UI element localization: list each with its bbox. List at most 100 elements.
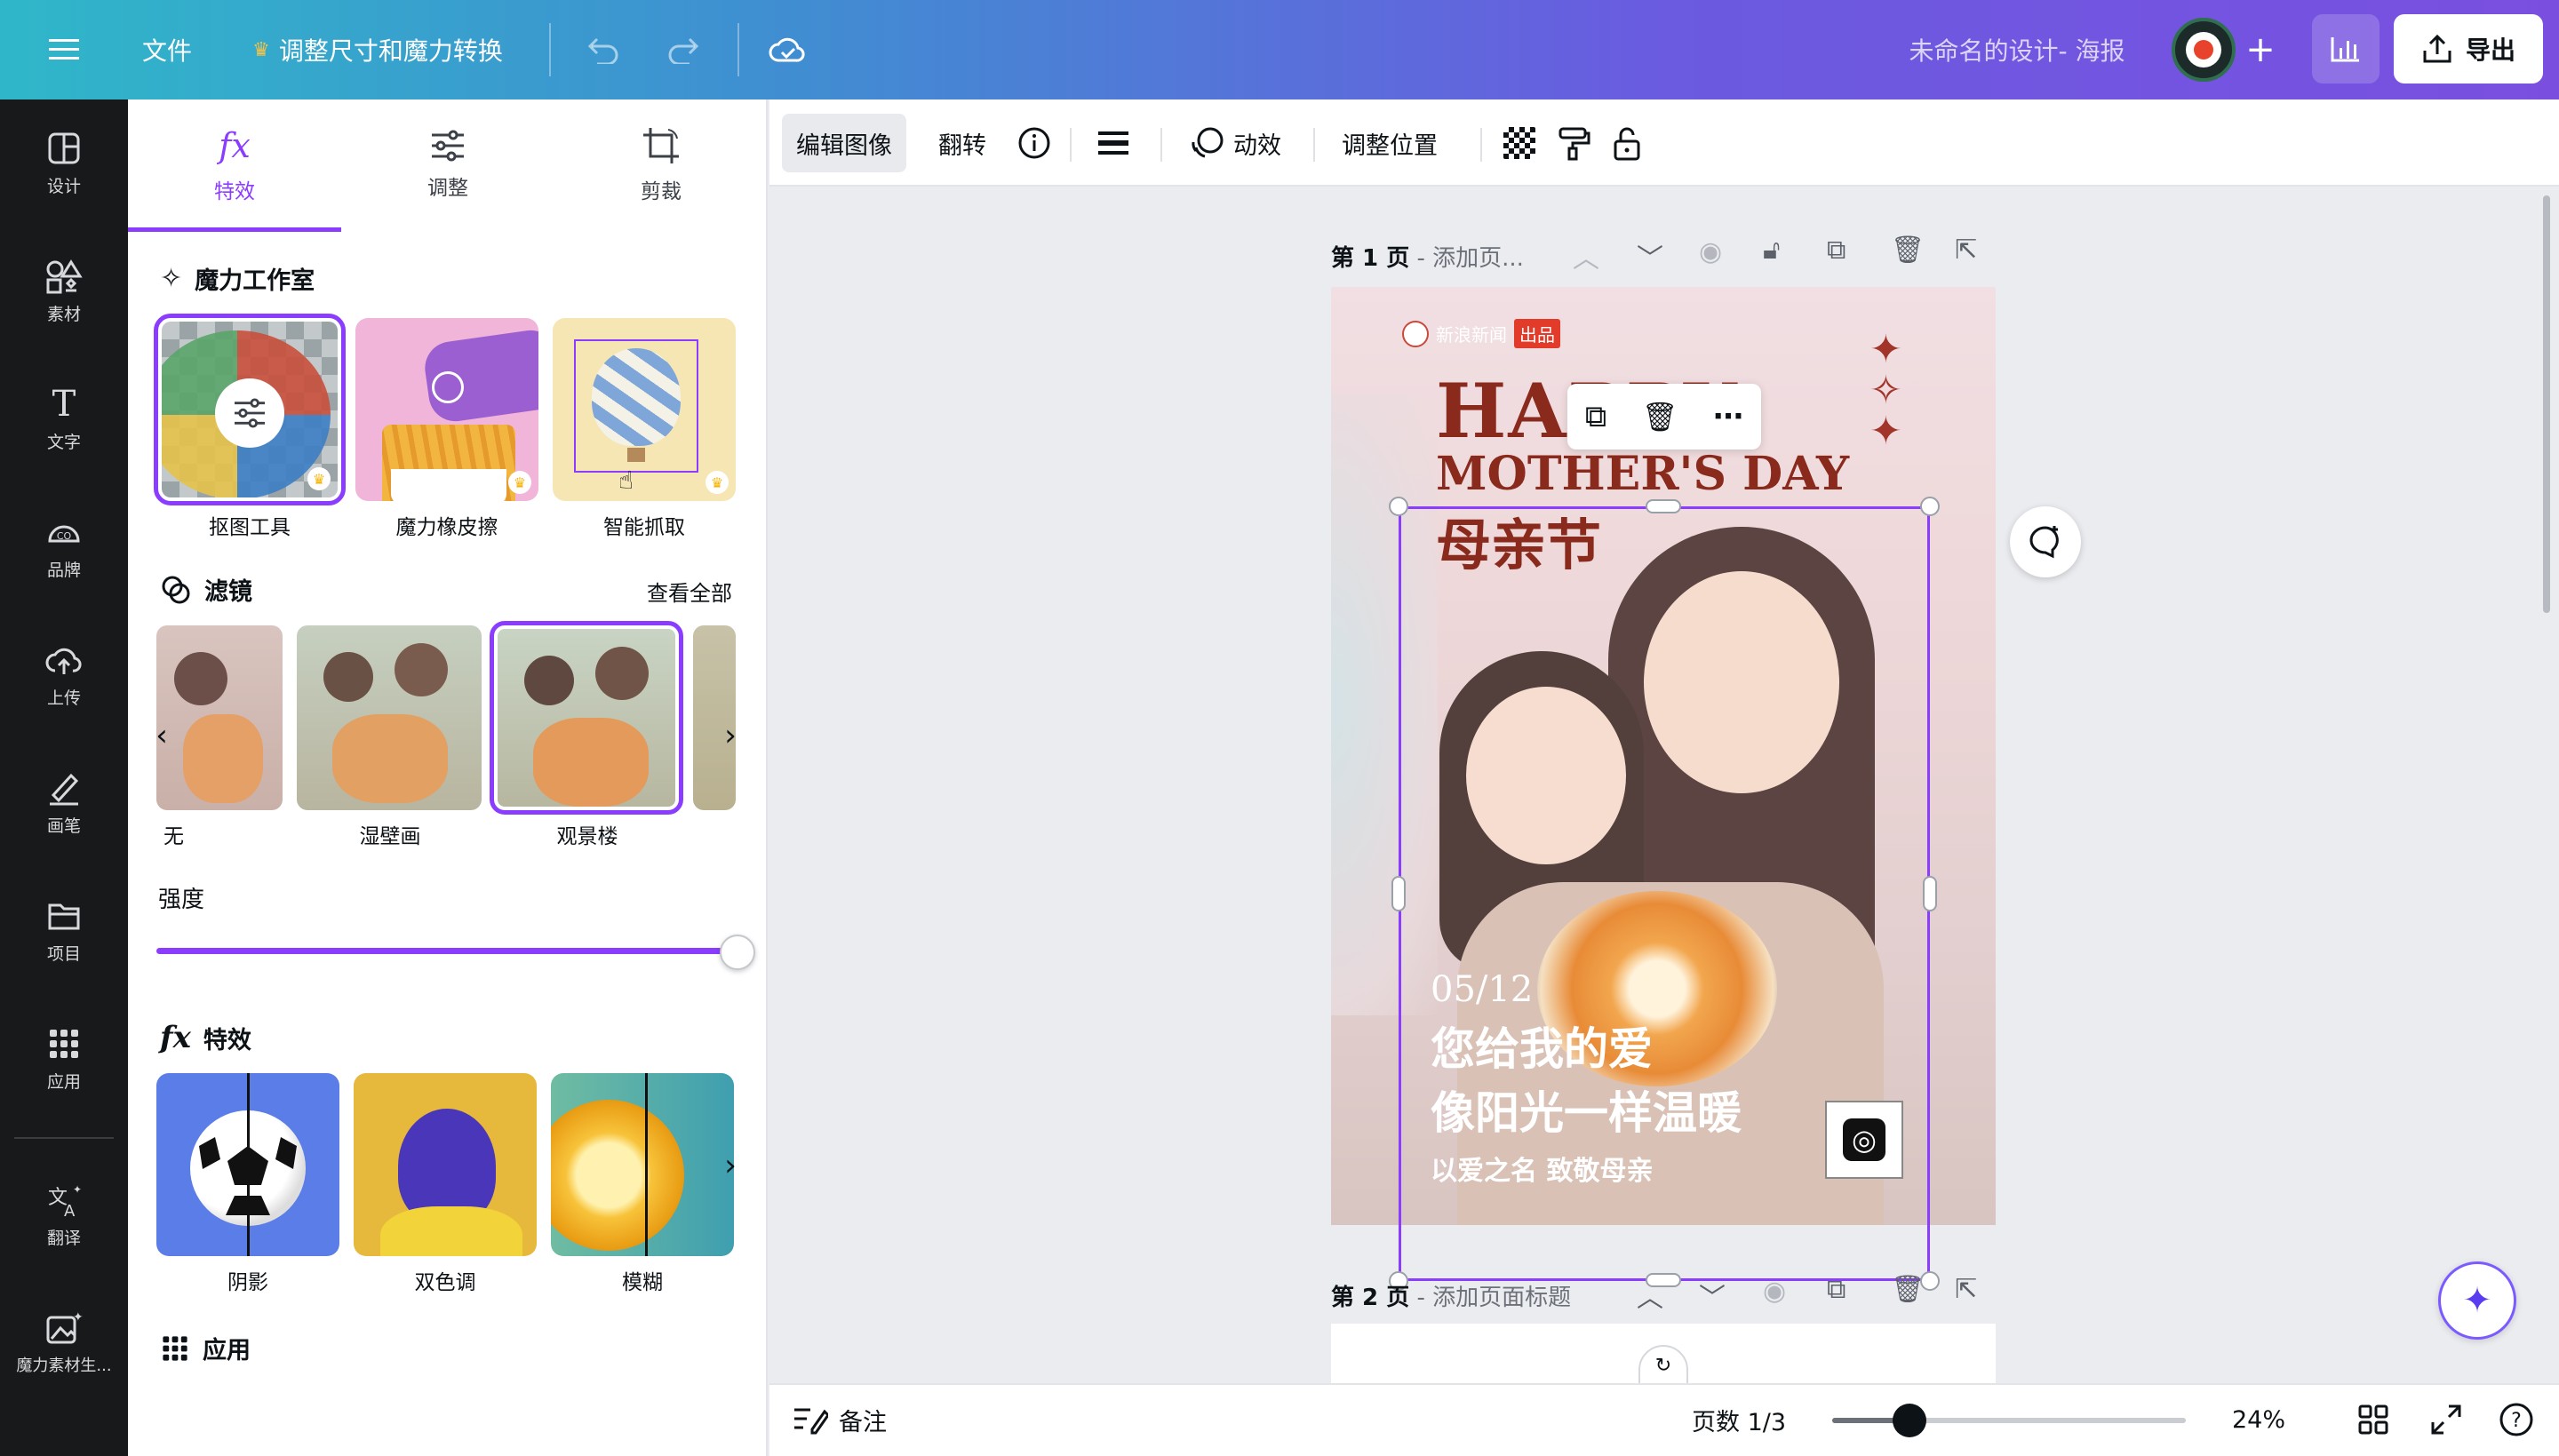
chart-icon[interactable] [2312,14,2380,84]
fingerprint-qr-icon[interactable]: ◎ [1825,1101,1903,1179]
poster-date[interactable]: 05/12 [1431,969,1533,1010]
duplicate-page-icon[interactable]: ⧉ [1827,235,1846,266]
zoom-text: 24% [2232,1405,2286,1434]
effect-blur[interactable] [551,1073,734,1256]
chevron-right-icon[interactable]: › [711,716,750,755]
rail-item-magic-media[interactable]: ✦ 魔力素材生... [0,1290,128,1396]
flip-button[interactable]: 翻转 [924,114,1000,172]
zoom-slider-knob[interactable] [1893,1404,1926,1437]
page-count[interactable]: 页数 1/3 [1692,1383,1786,1456]
position-button[interactable]: 调整位置 [1327,114,1452,172]
copy-style-icon[interactable] [1543,114,1605,172]
undo-icon[interactable] [576,0,629,99]
page-1-header: 第 1 页 - 添加页... [1331,240,1524,273]
tab-crop[interactable]: 剪裁 [554,99,768,231]
trash-icon[interactable]: 🗑︎ [1642,400,1678,434]
add-page-icon[interactable]: ⇱ [1955,235,1977,266]
rail-item-elements[interactable]: 素材 [0,238,128,345]
duplicate-page-icon[interactable]: ⧉ [1827,1274,1846,1305]
filter-fresco[interactable] [297,625,482,810]
resize-handle-nw[interactable] [1389,497,1408,516]
magic-assistant-icon[interactable]: ✦ [2438,1261,2516,1340]
intensity-slider-knob[interactable] [720,935,755,970]
rail-item-text[interactable]: T 文字 [0,366,128,473]
hide-icon[interactable]: ◉ [1763,1276,1786,1307]
animate-button[interactable]: 动效 [1176,114,1295,172]
zoom-level[interactable]: 24% [2232,1383,2285,1456]
tool-bg-remover[interactable]: ♛ [154,314,346,505]
tool-label: 智能抓取 [603,516,685,539]
border-style-icon[interactable] [1082,114,1144,172]
chevron-up-icon[interactable]: ︿ [1573,236,1599,275]
lock-icon[interactable] [1598,114,1656,172]
chevron-down-icon[interactable]: ﹀ [1699,1276,1726,1315]
effect-shadow[interactable] [156,1073,339,1256]
info-icon[interactable] [1002,114,1066,172]
menu-icon[interactable] [32,0,96,99]
effect-duotone[interactable] [354,1073,537,1256]
add-comment-icon[interactable] [2010,506,2081,577]
canvas-scrollbar[interactable] [2543,195,2550,613]
redo-icon[interactable] [658,0,711,99]
resize-handle-e[interactable] [1923,876,1937,911]
rail-item-design[interactable]: 设计 [0,110,128,217]
cloud-save-icon[interactable] [761,0,814,99]
grid-view-icon[interactable] [2358,1383,2388,1456]
fullscreen-icon[interactable] [2431,1383,2461,1456]
rail-item-draw[interactable]: 画笔 [0,750,128,856]
rail-item-upload[interactable]: 上传 [0,622,128,728]
chevron-left-icon[interactable]: ‹ [142,716,181,755]
chevron-up-icon[interactable]: ︿ [1637,1276,1663,1315]
page-title-placeholder[interactable]: - 添加页面标题 [1416,1285,1571,1311]
chevron-down-icon[interactable]: ﹀ [1637,236,1663,275]
intensity-slider[interactable] [156,948,737,954]
crown-icon: ♛ [252,38,270,61]
resize-button[interactable]: ♛ 调整尺寸和魔力转换 [240,0,515,99]
avatar[interactable] [2168,0,2239,99]
more-icon[interactable]: ⋯ [1713,399,1743,434]
active-tab-indicator [128,227,341,232]
tool-magic-eraser[interactable]: ♛ [355,318,538,501]
effect-label: 双色调 [414,1271,476,1294]
headline-mothers-day[interactable]: MOTHER'S DAY [1436,447,1849,501]
lock-icon[interactable]: 🔓︎ [1763,235,1780,266]
poster-line-2[interactable]: 像阳光一样温暖 [1431,1078,1742,1142]
delete-page-icon[interactable]: 🗑︎ [1891,235,1925,266]
see-all-filters-link[interactable]: 查看全部 [647,576,732,607]
tab-adjust[interactable]: 调整 [341,99,554,231]
poster-line-1[interactable]: 您给我的爱 [1431,1014,1653,1078]
transparency-icon[interactable] [1489,114,1550,172]
draw-icon [50,773,79,805]
rail-item-brand[interactable]: CO 品牌 [0,494,128,601]
edit-image-button[interactable]: 编辑图像 [782,114,906,172]
hide-icon[interactable]: ◉ [1699,236,1722,267]
file-menu[interactable]: 文件 [133,0,201,99]
rail-label: 翻译 [46,1228,81,1248]
help-icon[interactable]: ? [2499,1383,2534,1456]
section-title: 特效 [203,1026,251,1054]
magic-studio-heading: ✧ 魔力工作室 [160,261,315,296]
resize-handle-w[interactable] [1391,876,1406,911]
notes-button[interactable]: 备注 [793,1383,887,1456]
duplicate-icon[interactable]: ⧉ [1585,399,1606,434]
plus-icon[interactable]: + [2236,0,2285,99]
rail-item-translate[interactable]: 文 A ✦ 翻译 [0,1162,128,1269]
delete-page-icon[interactable]: 🗑︎ [1891,1274,1925,1305]
design-title[interactable]: 未命名的设计- 海报 [1884,0,2150,99]
tab-label: 剪裁 [641,180,682,203]
tab-effects[interactable]: fx 特效 [128,99,341,231]
chevron-right-icon[interactable]: › [711,1146,750,1185]
divider [14,1137,114,1139]
filter-belvedere[interactable] [490,621,683,815]
add-page-icon[interactable]: ⇱ [1955,1274,1977,1305]
rail-item-apps[interactable]: 应用 [0,1006,128,1112]
tool-magic-grab[interactable]: ☝ ♛ [553,318,736,501]
export-button[interactable]: 导出 [2394,14,2543,84]
poster-line-3[interactable]: 以爱之名 致敬母亲 [1431,1149,1653,1188]
resize-handle-ne[interactable] [1920,497,1940,516]
resize-handle-n[interactable] [1646,499,1681,513]
upload-cloud-icon [45,648,82,674]
page-title-placeholder[interactable]: - 添加页... [1416,245,1523,272]
rail-item-projects[interactable]: 项目 [0,878,128,984]
folder-icon [48,903,80,929]
